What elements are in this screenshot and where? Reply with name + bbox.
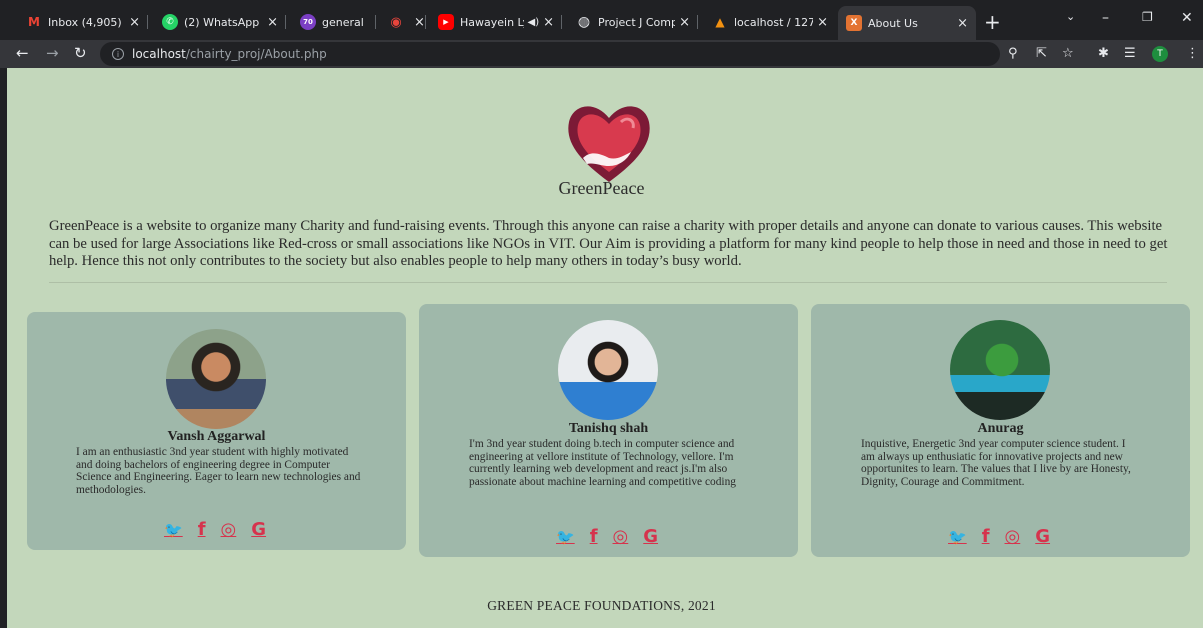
url-host: localhost [132, 47, 186, 61]
avatar [950, 320, 1050, 420]
team-card: Anurag Inquistive, Energetic 3nd year co… [811, 304, 1190, 557]
menu-icon[interactable]: ⋮ [1186, 46, 1199, 61]
tab-title: Inbox (4,905) - ta [48, 15, 125, 29]
footer-text: GREEN PEACE FOUNDATIONS, 2021 [487, 598, 716, 613]
share-icon[interactable]: ⇱ [1036, 46, 1047, 61]
profile-avatar[interactable]: T [1152, 46, 1168, 62]
close-icon[interactable]: × [679, 15, 690, 30]
url-path: /chairty_proj/About.php [185, 47, 327, 61]
divider [49, 282, 1167, 283]
tab-title: localhost / 127.0. [734, 15, 814, 29]
social-links: 🐦 f ◎ G [164, 520, 266, 540]
tab-title: Hawayein Ly [460, 15, 524, 29]
twitter-icon[interactable]: 🐦 [164, 520, 183, 540]
social-links: 🐦 f ◎ G [948, 527, 1050, 547]
tab-phpmyadmin[interactable]: ▲ localhost / 127.0. × [704, 8, 836, 36]
window-close-icon[interactable]: ✕ [1181, 10, 1193, 26]
new-tab-button[interactable]: + [984, 10, 1001, 34]
member-name: Tanishq shah [568, 421, 649, 436]
discord-icon: 70 [300, 14, 316, 30]
page-content: GreenPeace GreenPeace is a website to or… [7, 68, 1203, 628]
member-bio: Inquistive, Energetic 3nd year computer … [861, 438, 1131, 488]
member-bio: I am an enthusiastic 3nd year student wi… [76, 446, 361, 496]
close-icon[interactable]: × [817, 15, 828, 30]
back-icon[interactable]: ← [16, 44, 29, 62]
tab-title: (2) WhatsApp [184, 15, 260, 29]
social-links: 🐦 f ◎ G [556, 527, 658, 547]
tab-recording[interactable]: ◉ × [380, 8, 426, 36]
address-bar[interactable]: i localhost/chairty_proj/About.php [100, 42, 1000, 66]
audio-icon[interactable]: ◀) [528, 17, 540, 28]
close-icon[interactable]: × [129, 15, 140, 30]
record-icon: ◉ [390, 14, 402, 30]
twitter-icon[interactable]: 🐦 [556, 527, 575, 547]
google-icon[interactable]: G [643, 527, 658, 547]
close-icon[interactable]: × [414, 15, 425, 30]
extensions-icon[interactable]: ✱ [1098, 46, 1109, 61]
bookmark-star-icon[interactable]: ☆ [1062, 46, 1074, 61]
heart-logo-icon [568, 106, 650, 182]
google-icon[interactable]: G [1035, 527, 1050, 547]
brand-title: GreenPeace [558, 178, 645, 198]
member-bio: I'm 3nd year student doing b.tech in com… [469, 438, 736, 488]
facebook-icon[interactable]: f [198, 520, 206, 540]
close-icon[interactable]: × [267, 15, 278, 30]
member-name: Anurag [977, 421, 1024, 436]
tab-title: general [322, 15, 364, 29]
about-paragraph: GreenPeace is a website to organize many… [49, 218, 1168, 269]
tab-whatsapp[interactable]: ✆ (2) WhatsApp × [154, 8, 286, 36]
phpmyadmin-icon: ▲ [715, 15, 725, 29]
reading-list-icon[interactable]: ☰ [1124, 46, 1136, 61]
team-card: Vansh Aggarwal I am an enthusiastic 3nd … [27, 312, 406, 550]
youtube-icon: ▶ [438, 14, 454, 30]
toolbar: ← → ↻ i localhost/chairty_proj/About.php… [0, 40, 1203, 68]
tab-search-icon[interactable]: ⌄ [1066, 10, 1075, 23]
google-icon[interactable]: G [251, 520, 266, 540]
facebook-icon[interactable]: f [590, 527, 598, 547]
tab-title: About Us [868, 16, 918, 30]
avatar [166, 329, 266, 429]
tab-about-us[interactable]: X About Us × [838, 6, 976, 40]
gmail-icon: M [28, 15, 40, 29]
team-card: Tanishq shah I'm 3nd year student doing … [419, 304, 798, 557]
restore-icon[interactable]: ❐ [1142, 10, 1153, 24]
tab-title: Project J Compo [598, 15, 676, 29]
close-icon[interactable]: × [543, 15, 554, 30]
avatar [558, 320, 658, 420]
member-name: Vansh Aggarwal [167, 429, 266, 444]
tab-youtube[interactable]: ▶ Hawayein Ly ◀) × [430, 8, 562, 36]
facebook-icon[interactable]: f [982, 527, 990, 547]
instagram-icon[interactable]: ◎ [613, 527, 629, 547]
tab-gmail[interactable]: M Inbox (4,905) - ta × [18, 8, 148, 36]
reload-icon[interactable]: ↻ [74, 44, 87, 62]
tab-project[interactable]: ◍ Project J Compo × [568, 8, 698, 36]
xampp-icon: X [846, 15, 862, 31]
zoom-icon[interactable]: ⚲ [1008, 46, 1018, 61]
close-icon[interactable]: × [957, 16, 968, 31]
tab-strip: M Inbox (4,905) - ta × ✆ (2) WhatsApp × … [0, 0, 1203, 40]
whatsapp-icon: ✆ [162, 14, 178, 30]
forward-icon[interactable]: → [46, 44, 59, 62]
globe-icon: ◍ [577, 14, 591, 30]
twitter-icon[interactable]: 🐦 [948, 527, 967, 547]
site-info-icon[interactable]: i [112, 48, 124, 60]
instagram-icon[interactable]: ◎ [221, 520, 237, 540]
instagram-icon[interactable]: ◎ [1005, 527, 1021, 547]
minimize-icon[interactable]: – [1102, 10, 1109, 26]
tab-general[interactable]: 70 general [292, 8, 376, 36]
